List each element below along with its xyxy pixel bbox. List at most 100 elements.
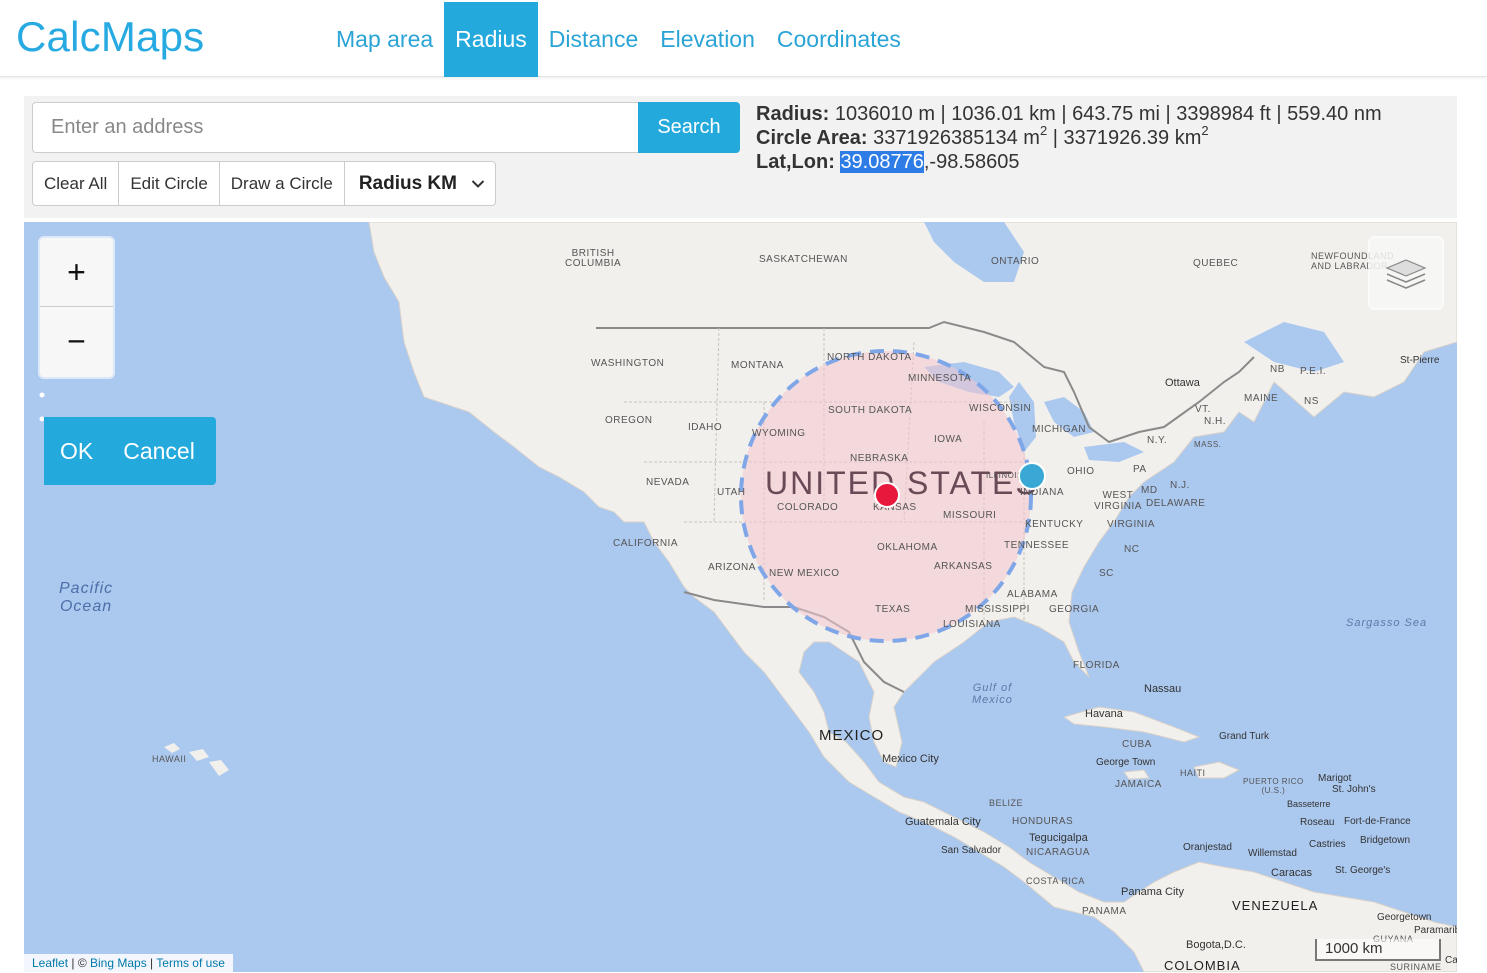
label-oklahoma: OKLAHOMA [877,542,938,553]
label-virginia: VIRGINIA [1107,519,1155,530]
label-wisconsin: WISCONSIN [969,403,1032,414]
label-costa-rica: COSTA RICA [1026,876,1085,886]
label-ontario: ONTARIO [991,256,1040,267]
area-row: Circle Area: 3371926385134 m2 | 3371926.… [756,123,1209,149]
nav-radius[interactable]: Radius [444,2,538,77]
zoom-control: + − [40,238,113,377]
label-sargasso-sea: Sargasso Sea [1346,617,1428,629]
label-montana: MONTANA [731,360,784,371]
label-nh: N.H. [1204,416,1226,427]
label-wyoming: WYOMING [752,428,806,439]
label-nc: NC [1124,544,1140,555]
label-nebraska: NEBRASKA [850,453,909,464]
label-md: MD [1141,485,1158,496]
label-tennessee: TENNESSEE [1004,540,1070,551]
radius-row: Radius: 1036010 m | 1036.01 km | 643.75 … [756,103,1382,125]
label-nassau: Nassau [1144,683,1182,695]
label-arkansas: ARKANSAS [934,561,993,572]
label-pa: PA [1133,464,1147,475]
terms-link[interactable]: Terms of use [156,956,225,970]
label-kentucky: KENTUCKY [1025,519,1084,530]
label-bogota: Bogota,D.C. [1186,939,1246,951]
area-m-value: 3371926385134 m [873,127,1040,149]
label-guatemala-city: Guatemala City [905,816,981,828]
label-fort-de-france: Fort-de-France [1344,816,1411,827]
edit-circle-button[interactable]: Edit Circle [118,161,220,206]
label-caracas: Caracas [1271,867,1312,879]
zoom-out-button[interactable]: − [40,307,113,376]
bing-maps-link[interactable]: Bing Maps [90,956,147,970]
map-basemap [164,222,1457,972]
label-roseau: Roseau [1300,817,1335,828]
layers-icon [1385,259,1427,289]
label-missouri: MISSOURI [943,510,997,521]
label-mass: MASS. [1194,440,1222,449]
latlon-row: Lat,Lon: 39.08776,-98.58605 [756,151,1020,173]
circle-toolbar: Clear All Edit Circle Draw a Circle Radi… [32,161,496,206]
label-castries: Castries [1309,839,1346,850]
radius-unit-value: Radius KM [358,172,457,194]
label-west-virginia: WEST VIRGINIA [1094,490,1142,512]
label-pacific-ocean: Pacific Ocean [59,580,114,615]
radius-edge-marker[interactable] [1017,461,1047,491]
label-panama: PANAMA [1082,906,1127,917]
label-ns: NS [1304,396,1319,407]
nav-map-area[interactable]: Map area [325,2,444,77]
circle-stats: Radius: 1036010 m | 1036.01 km | 643.75 … [756,102,1382,174]
label-colombia: COLOMBIA [1164,958,1241,972]
label-south-dakota: SOUTH DAKOTA [828,405,913,416]
search-button[interactable]: Search [638,102,740,153]
radius-unit-select[interactable]: Radius KM [343,161,496,206]
label-texas: TEXAS [875,604,911,615]
label-panama-city: Panama City [1121,886,1184,898]
clear-all-button[interactable]: Clear All [32,161,120,206]
label-mississippi: MISSISSIPPI [965,604,1030,615]
address-input[interactable] [32,102,638,153]
label-quebec: QUEBEC [1193,258,1239,269]
layers-button[interactable] [1370,238,1442,308]
label-utah: UTAH [717,487,746,498]
main-nav: Map area Radius Distance Elevation Coord… [325,2,912,77]
label-venezuela: VENEZUELA [1232,898,1319,913]
latitude-value[interactable]: 39.08776 [840,151,924,173]
cancel-button[interactable]: Cancel [123,438,195,465]
brand-logo[interactable]: CalcMaps [16,13,204,61]
label-delaware: DELAWARE [1146,498,1206,509]
label-louisiana: LOUISIANA [943,619,1001,630]
label-oregon: OREGON [605,415,653,426]
center-marker[interactable] [873,481,901,509]
label-washington: WASHINGTON [591,358,665,369]
label-gulf-of-mexico: Gulf of Mexico [972,682,1013,706]
draw-circle-button[interactable]: Draw a Circle [218,161,345,206]
label-florida: FLORIDA [1073,660,1120,671]
label-colorado: COLORADO [777,502,839,513]
label-alabama: ALABAMA [1007,589,1058,600]
nav-distance[interactable]: Distance [538,2,649,77]
label-suriname: SURINAME [1390,962,1442,972]
jamaica-land [1123,769,1150,780]
radius-value: 1036010 m | 1036.01 km | 643.75 mi | 339… [834,103,1382,125]
zoom-in-button[interactable]: + [40,238,113,307]
longitude-value[interactable]: ,-98.58605 [924,151,1020,173]
nav-coordinates[interactable]: Coordinates [766,2,912,77]
nav-elevation[interactable]: Elevation [649,2,766,77]
ok-button[interactable]: OK [60,438,93,465]
label-grand-turk: Grand Turk [1219,731,1270,742]
label-nb: NB [1270,364,1285,375]
label-iowa: IOWA [934,434,963,445]
label-hawaii: HAWAII [152,754,187,764]
label-mexico-city: Mexico City [882,753,939,765]
label-minnesota: MINNESOTA [908,373,972,384]
label-belize: BELIZE [989,798,1024,808]
label-ny: N.Y. [1147,435,1168,446]
label-nj: N.J. [1170,480,1190,491]
label-george-town: George Town [1096,757,1156,768]
label-nevada: NEVADA [646,477,690,488]
scale-bar: 1000 km [1315,939,1441,961]
label-jamaica: JAMAICA [1115,779,1162,790]
label-cuba: CUBA [1122,739,1152,750]
leaflet-link[interactable]: Leaflet [32,956,68,970]
label-st-johns: St. John's [1332,784,1376,795]
map-view[interactable]: BRITISH COLUMBIA SASKATCHEWAN ONTARIO QUE… [24,222,1457,972]
search-bar: Search [32,102,740,153]
